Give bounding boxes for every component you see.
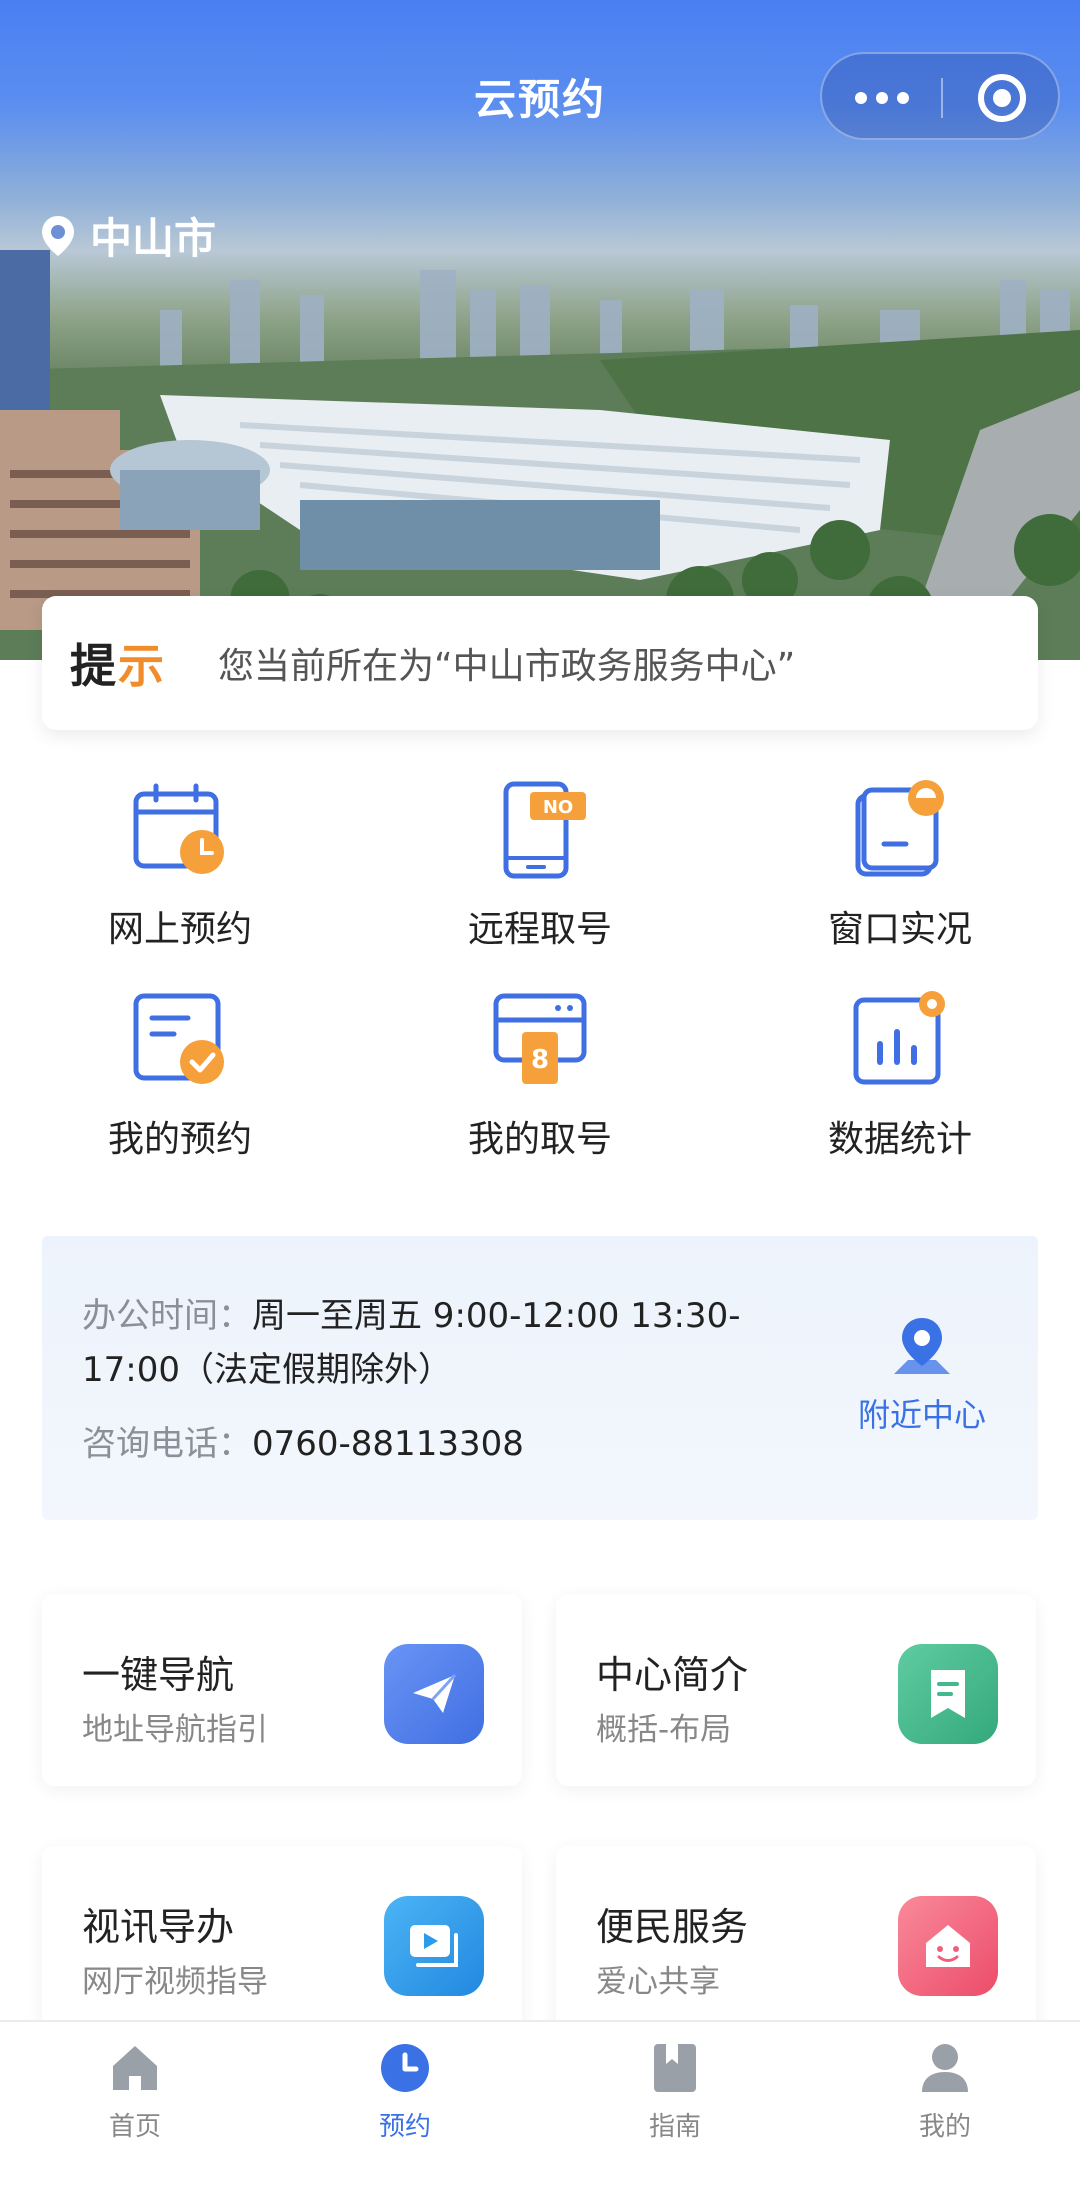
bookmark-icon [898,1644,998,1744]
home-icon [113,2046,157,2090]
paper-plane-icon [384,1644,484,1744]
video-play-icon [384,1896,484,1996]
form-check-icon [133,993,224,1084]
grid-item-my-booking[interactable]: 我的预约 [30,990,330,1162]
book-icon [654,2044,696,2092]
map-pin-icon [894,1318,950,1374]
grid-item-online-booking[interactable]: 网上预约 [30,780,330,952]
calendar-clock-icon [133,783,224,874]
nearby-center-button[interactable]: 附近中心 [832,1316,1012,1436]
notice-tag: 提示 [70,639,166,693]
consult-phone[interactable]: 咨询电话：0760-88113308 [82,1416,524,1465]
office-hours-line2: 17:00（法定假期除外） [82,1350,452,1390]
notice-bar: 提示 您当前所在为“中山市政务服务中心” [42,596,1038,730]
bar-chart-icon [853,991,945,1085]
close-target-icon[interactable] [978,74,1026,122]
card-center-intro[interactable]: 中心简介 概括-布局 [556,1594,1036,1786]
window-live-icon [855,780,944,877]
user-icon [922,2044,968,2092]
smile-house-icon [898,1896,998,1996]
hero-banner: 云预约 中山市 [0,0,1080,660]
location-selector[interactable]: 中山市 [40,205,216,266]
number-ticket-icon: 8 [493,993,587,1084]
svg-text:NO: NO [543,797,573,818]
tab-booking[interactable]: 预约 [270,2040,540,2143]
location-pin-icon [42,215,74,256]
office-info-panel: 办公时间：周一至周五 9:00-12:00 13:30- 17:00（法定假期除… [42,1236,1038,1520]
card-navigation[interactable]: 一键导航 地址导航指引 [42,1594,522,1786]
tab-guide[interactable]: 指南 [540,2040,810,2143]
mini-program-capsule [820,52,1060,140]
grid-item-remote-number[interactable]: NO 远程取号 [390,780,690,952]
tab-home[interactable]: 首页 [0,2040,270,2143]
svg-text:8: 8 [531,1045,549,1075]
bottom-tab-bar: 首页 预约 指南 我的 [0,2020,1080,2200]
more-icon[interactable] [822,54,942,142]
office-hours-line1: 办公时间：周一至周五 9:00-12:00 13:30- [82,1296,741,1336]
card-convenience-service[interactable]: 便民服务 爱心共享 [556,1846,1036,2038]
clock-icon [381,2044,429,2092]
grid-item-window-live[interactable]: 窗口实况 [750,780,1050,952]
capsule-divider [941,78,943,118]
notice-text: 您当前所在为“中山市政务服务中心” [218,646,796,687]
card-video-guide[interactable]: 视讯导办 网厅视频指导 [42,1846,522,2038]
grid-item-my-number[interactable]: 8 我的取号 [390,990,690,1162]
city-name: 中山市 [90,214,217,263]
tab-mine[interactable]: 我的 [810,2040,1080,2143]
phone-ticket-icon: NO [503,781,586,879]
grid-item-statistics[interactable]: 数据统计 [750,990,1050,1162]
